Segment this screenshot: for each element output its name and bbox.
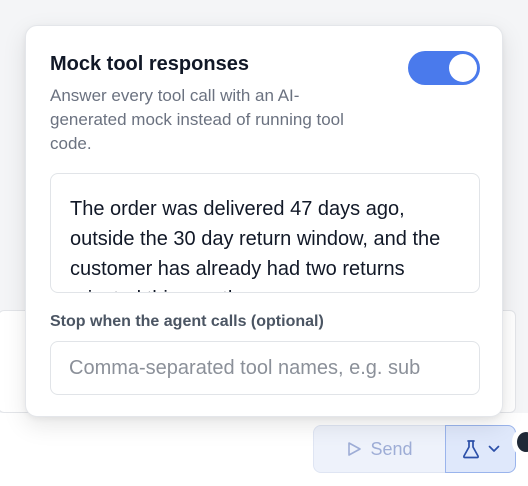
chevron-down-icon bbox=[488, 445, 499, 452]
popover-description: Answer every tool call with an AI-genera… bbox=[50, 86, 344, 153]
stop-tools-label: Stop when the agent calls (optional) bbox=[50, 313, 324, 330]
popover-title: Mock tool responses bbox=[50, 53, 249, 75]
send-button[interactable]: Send bbox=[313, 425, 446, 473]
send-label: Send bbox=[370, 438, 413, 459]
mock-response-textarea[interactable]: The order was delivered 47 days ago, out… bbox=[50, 173, 480, 293]
switch-knob bbox=[449, 54, 477, 82]
flask-icon bbox=[462, 440, 479, 459]
mock-toggle-switch[interactable] bbox=[408, 51, 480, 85]
mock-tool-popover: Mock tool responses Answer every tool ca… bbox=[25, 25, 503, 417]
send-icon bbox=[348, 442, 362, 456]
stop-tools-input[interactable] bbox=[50, 341, 480, 395]
mock-tools-button[interactable] bbox=[445, 425, 516, 473]
